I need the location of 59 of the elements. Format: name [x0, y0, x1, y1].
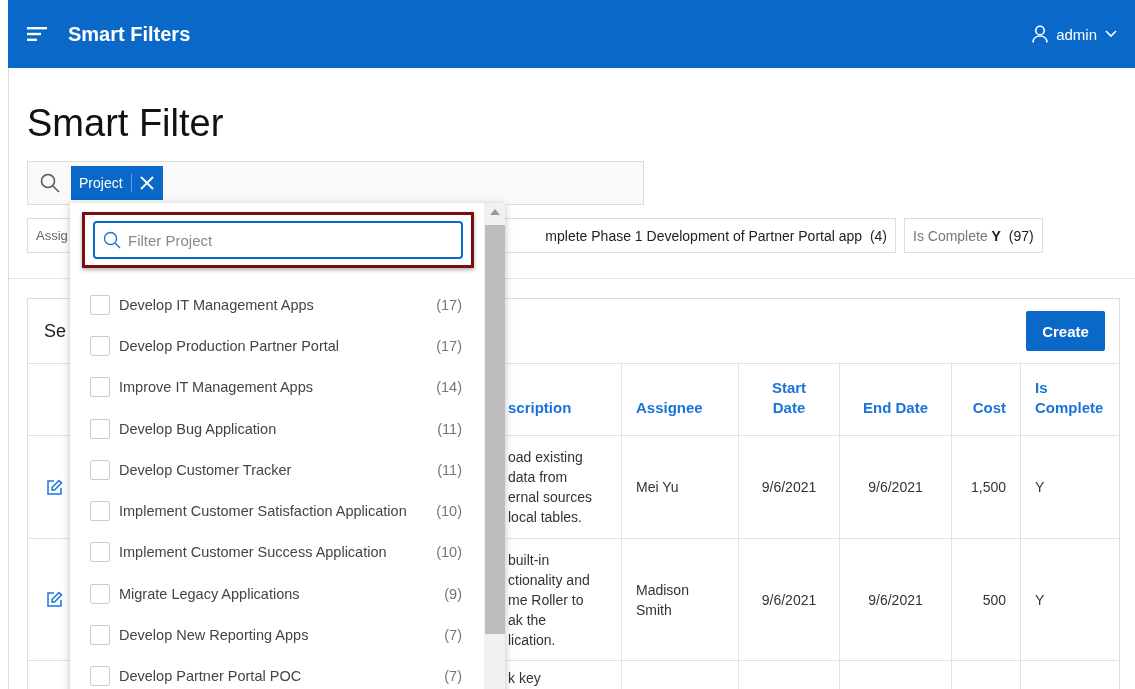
filter-field[interactable]: Filter Project: [93, 221, 463, 259]
table-cell: [951, 660, 1020, 689]
user-icon: [1032, 25, 1049, 43]
edit-icon[interactable]: [46, 591, 63, 608]
checkbox[interactable]: [90, 542, 110, 563]
table-cell: k key: [506, 660, 621, 689]
option-item[interactable]: Develop IT Management Apps (17): [82, 284, 462, 326]
up-arrow-icon[interactable]: [489, 209, 500, 215]
table-cell: Y: [1020, 538, 1120, 660]
page-title: Smart Filter: [27, 101, 225, 146]
edit-icon[interactable]: [46, 478, 63, 496]
checkbox[interactable]: [90, 583, 110, 604]
table-cell: 9/6/2021: [839, 435, 951, 538]
create-button[interactable]: Create: [1026, 311, 1105, 351]
option-item[interactable]: Improve IT Management Apps (14): [82, 366, 462, 408]
filter-chip[interactable]: Project: [71, 166, 163, 200]
app-title: Smart Filters: [68, 22, 191, 46]
column-header[interactable]: Assignee: [621, 363, 738, 435]
option-item[interactable]: Develop Partner Portal POC (7): [82, 655, 462, 689]
menu-icon[interactable]: [27, 27, 47, 41]
table-cell: built-in ctionality and me Roller to ak the lication.: [506, 538, 621, 660]
table-cell: 500: [951, 538, 1020, 660]
search-icon: [103, 231, 121, 249]
option-item[interactable]: Implement Customer Success Application (10): [82, 531, 462, 574]
suggestion-chip[interactable]: Is Complete Y (97): [904, 218, 1043, 253]
checkbox[interactable]: [90, 459, 110, 480]
option-item[interactable]: Develop Production Partner Portal (17): [82, 325, 462, 367]
scrollbar[interactable]: [484, 203, 505, 689]
checkbox[interactable]: [90, 294, 110, 315]
checkbox[interactable]: [90, 501, 110, 522]
report-title: Se: [44, 320, 67, 342]
table-cell: Y: [1020, 435, 1120, 538]
option-item[interactable]: Develop Customer Tracker (11): [82, 449, 462, 491]
checkbox[interactable]: [90, 377, 110, 398]
option-item[interactable]: Migrate Legacy Applications (9): [82, 573, 462, 615]
checkbox[interactable]: [90, 335, 110, 356]
option-item[interactable]: Implement Customer Satisfaction Application (10): [82, 490, 462, 532]
search-icon: [40, 173, 60, 193]
column-header[interactable]: Cost: [951, 363, 1020, 435]
search-field[interactable]: Project: [27, 161, 644, 205]
user-menu[interactable]: admin: [1032, 25, 1117, 43]
table-cell: 9/6/2021: [839, 538, 951, 660]
option-item[interactable]: Develop New Reporting Apps (7): [82, 614, 462, 656]
table-cell: 1,500: [951, 435, 1020, 538]
table-cell: 9/6/2021: [738, 435, 839, 538]
close-icon[interactable]: [139, 176, 154, 190]
table-cell: Madison Smith: [621, 538, 738, 660]
checkbox[interactable]: [90, 625, 110, 645]
column-header[interactable]: scription: [506, 363, 621, 435]
table-cell: oad existing data from ernal sources local tables.: [506, 435, 621, 538]
option-item[interactable]: Develop Bug Application (11): [82, 407, 462, 450]
column-header[interactable]: Start Date: [738, 363, 839, 435]
checkbox[interactable]: [90, 666, 110, 687]
checkbox[interactable]: [90, 418, 110, 439]
table-cell: Mei Yu: [621, 435, 738, 538]
column-header[interactable]: Is Complete: [1020, 363, 1120, 435]
column-header[interactable]: End Date: [839, 363, 951, 435]
table-cell: 9/6/2021: [738, 538, 839, 660]
chevron-down-icon: [1105, 30, 1117, 38]
